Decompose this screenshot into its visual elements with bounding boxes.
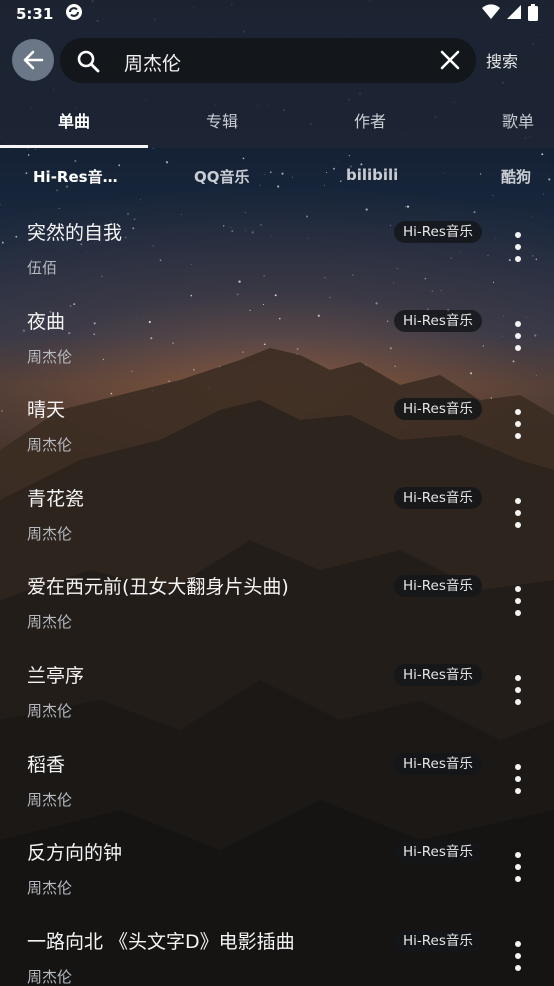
more-vertical-icon[interactable] bbox=[506, 320, 530, 351]
source-badge: Hi-Res音乐 bbox=[394, 309, 482, 332]
song-artist: 周杰伦 bbox=[27, 701, 73, 720]
song-row[interactable]: 晴天 周杰伦 Hi-Res音乐 bbox=[0, 381, 554, 470]
tab-playlists[interactable]: 歌单 bbox=[444, 92, 554, 148]
song-title: 反方向的钟 bbox=[27, 842, 123, 865]
song-row[interactable]: 兰亭序 周杰伦 Hi-Res音乐 bbox=[0, 647, 554, 736]
search-field[interactable]: 周杰伦 bbox=[60, 38, 476, 83]
source-badge: Hi-Res音乐 bbox=[394, 486, 482, 509]
source-badge: Hi-Res音乐 bbox=[394, 663, 482, 686]
source-badge: Hi-Res音乐 bbox=[394, 929, 482, 952]
source-badge: Hi-Res音乐 bbox=[394, 841, 482, 864]
source-hires[interactable]: Hi-Res音… bbox=[33, 166, 118, 187]
battery-icon bbox=[528, 3, 538, 25]
more-vertical-icon[interactable] bbox=[506, 232, 530, 262]
wifi-icon bbox=[482, 4, 500, 24]
tab-artists[interactable]: 作者 bbox=[296, 92, 444, 148]
close-icon[interactable] bbox=[440, 50, 460, 70]
song-title: 稻香 bbox=[27, 753, 66, 776]
source-badge: Hi-Res音乐 bbox=[394, 575, 482, 598]
song-row[interactable]: 青花瓷 周杰伦 Hi-Res音乐 bbox=[0, 470, 554, 559]
song-artist: 周杰伦 bbox=[27, 524, 73, 543]
song-artist: 周杰伦 bbox=[27, 613, 73, 632]
song-row[interactable]: 爱在西元前(丑女大翻身片头曲) 周杰伦 Hi-Res音乐 bbox=[0, 558, 554, 647]
song-row[interactable]: 夜曲 周杰伦 Hi-Res音乐 bbox=[0, 293, 554, 382]
song-title: 爱在西元前(丑女大翻身片头曲) bbox=[27, 576, 289, 599]
source-bilibili[interactable]: bilibili bbox=[346, 166, 398, 184]
sync-status-icon bbox=[65, 3, 83, 25]
status-bar: 5:31 bbox=[0, 0, 554, 28]
more-vertical-icon[interactable] bbox=[506, 497, 530, 528]
source-badge: Hi-Res音乐 bbox=[394, 221, 482, 243]
song-row[interactable]: 反方向的钟 周杰伦 Hi-Res音乐 bbox=[0, 824, 554, 913]
song-artist: 伍佰 bbox=[27, 259, 58, 277]
search-icon bbox=[77, 50, 100, 73]
source-kugou[interactable]: 酷狗 bbox=[501, 166, 531, 187]
song-list: 突然的自我 伍佰 Hi-Res音乐 夜曲 周杰伦 Hi-Res音乐 晴天 周杰伦… bbox=[0, 204, 554, 986]
more-vertical-icon[interactable] bbox=[506, 409, 530, 440]
song-title: 青花瓷 bbox=[27, 487, 85, 510]
source-tabs: Hi-Res音… QQ音乐 bilibili 酷狗 bbox=[0, 148, 554, 204]
song-artist: 周杰伦 bbox=[27, 347, 73, 366]
song-title: 一路向北 《头文字D》电影插曲 bbox=[27, 930, 295, 953]
more-vertical-icon[interactable] bbox=[506, 586, 530, 617]
tab-albums[interactable]: 专辑 bbox=[148, 92, 296, 148]
song-title: 晴天 bbox=[27, 399, 66, 422]
song-artist: 周杰伦 bbox=[27, 790, 73, 809]
tab-songs[interactable]: 单曲 bbox=[0, 92, 148, 148]
more-vertical-icon[interactable] bbox=[506, 674, 530, 705]
back-button[interactable] bbox=[12, 39, 54, 81]
song-artist: 周杰伦 bbox=[27, 967, 73, 986]
song-row[interactable]: 稻香 周杰伦 Hi-Res音乐 bbox=[0, 736, 554, 825]
more-vertical-icon[interactable] bbox=[506, 940, 530, 971]
song-row[interactable]: 突然的自我 伍佰 Hi-Res音乐 bbox=[0, 204, 554, 293]
song-title: 兰亭序 bbox=[27, 664, 85, 687]
signal-icon bbox=[506, 4, 522, 24]
song-row[interactable]: 一路向北 《头文字D》电影插曲 周杰伦 Hi-Res音乐 bbox=[0, 913, 554, 986]
more-vertical-icon[interactable] bbox=[506, 763, 530, 794]
song-artist: 周杰伦 bbox=[27, 879, 73, 898]
song-title: 突然的自我 bbox=[27, 222, 123, 244]
source-qq[interactable]: QQ音乐 bbox=[194, 166, 250, 187]
status-time: 5:31 bbox=[16, 5, 54, 23]
search-input[interactable]: 周杰伦 bbox=[124, 49, 181, 76]
category-tabs: 单曲 专辑 作者 歌单 bbox=[0, 92, 554, 148]
source-badge: Hi-Res音乐 bbox=[394, 398, 482, 421]
search-submit-button[interactable]: 搜索 bbox=[486, 48, 518, 72]
source-badge: Hi-Res音乐 bbox=[394, 752, 482, 775]
search-toolbar: 周杰伦 搜索 bbox=[0, 28, 554, 92]
arrow-left-icon bbox=[23, 50, 44, 70]
more-vertical-icon[interactable] bbox=[506, 852, 530, 883]
song-title: 夜曲 bbox=[27, 310, 66, 333]
song-artist: 周杰伦 bbox=[27, 436, 73, 455]
